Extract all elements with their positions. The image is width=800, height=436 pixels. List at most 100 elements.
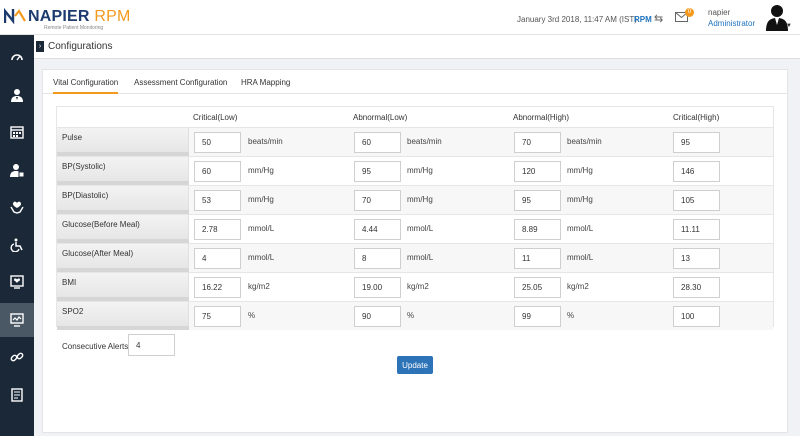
row-label: Glucose(After Meal) <box>57 244 189 272</box>
unit-label: mmol/L <box>248 253 275 262</box>
column-header-abnormal-low: Abnormal(Low) <box>353 113 408 122</box>
table-header: Critical(Low) Abnormal(Low) Abnormal(Hig… <box>57 107 773 127</box>
critical-low-input[interactable] <box>194 219 241 240</box>
row-label: BMI <box>57 273 189 301</box>
critical-low-input[interactable] <box>194 306 241 327</box>
critical-low-input[interactable] <box>194 277 241 298</box>
abnormal-low-input[interactable] <box>354 190 401 211</box>
sidebar-item-reports[interactable] <box>0 378 34 412</box>
unit-label: mm/Hg <box>407 166 433 175</box>
table-row: Glucose(After Meal) mmol/L mmol/L mmol/L <box>57 243 773 272</box>
abnormal-low-input[interactable] <box>354 161 401 182</box>
abnormal-high-input[interactable] <box>514 190 561 211</box>
wheelchair-icon <box>10 238 23 252</box>
unit-label: mmol/L <box>407 253 434 262</box>
tab-assessment-configuration[interactable]: Assessment Configuration <box>134 78 227 94</box>
critical-low-input[interactable] <box>194 132 241 153</box>
update-button[interactable]: Update <box>397 356 433 374</box>
table-row: BMI kg/m2 kg/m2 kg/m2 <box>57 272 773 301</box>
sidebar-item-dashboard[interactable] <box>0 40 34 74</box>
sidebar-item-configurations[interactable] <box>0 303 34 337</box>
sidebar-item-care[interactable] <box>0 190 34 224</box>
unit-label: mmol/L <box>407 224 434 233</box>
unit-label: mmol/L <box>567 224 594 233</box>
row-label: SPO2 <box>57 302 189 330</box>
unit-label: % <box>407 311 415 320</box>
sidebar-toggle-chevron-icon[interactable]: › <box>36 41 44 52</box>
chevron-down-icon[interactable]: ▼ <box>786 23 792 29</box>
critical-high-input[interactable] <box>673 190 720 211</box>
critical-high-input[interactable] <box>673 219 720 240</box>
table-row: Pulse beats/min beats/min beats/min <box>57 127 773 156</box>
column-header-abnormal-high: Abnormal(High) <box>513 113 570 122</box>
table-row: SPO2 % % % <box>57 301 773 330</box>
critical-low-input[interactable] <box>194 248 241 269</box>
page-title-bar: › Configurations <box>34 35 800 59</box>
abnormal-high-input[interactable] <box>514 248 561 269</box>
table-row: Glucose(Before Meal) mmol/L mmol/L mmol/… <box>57 214 773 243</box>
unit-label: mm/Hg <box>567 166 593 175</box>
sidebar-item-accessibility[interactable] <box>0 228 34 262</box>
sidebar-item-calendar[interactable] <box>0 115 34 149</box>
tab-vital-configuration[interactable]: Vital Configuration <box>53 78 119 94</box>
abnormal-high-input[interactable] <box>514 306 561 327</box>
sidebar-item-vitals[interactable] <box>0 265 34 299</box>
user-role: Administrator <box>708 19 756 28</box>
page-title: Configurations <box>48 41 113 52</box>
unit-label: beats/min <box>567 137 602 146</box>
table-row: BP(Systolic) mm/Hg mm/Hg mm/Hg <box>57 156 773 185</box>
tab-hra-mapping[interactable]: HRA Mapping <box>241 78 290 94</box>
swap-arrows-icon[interactable]: ⇆ <box>654 12 663 25</box>
row-label: BP(Systolic) <box>57 157 189 185</box>
top-header: NAPIER RPM Remote Patient Monitoring Jan… <box>0 0 800 35</box>
critical-high-input[interactable] <box>673 248 720 269</box>
column-header-critical-low: Critical(Low) <box>193 113 238 122</box>
abnormal-high-input[interactable] <box>514 132 561 153</box>
critical-low-input[interactable] <box>194 161 241 182</box>
row-label: BP(Diastolic) <box>57 186 189 214</box>
sidebar-item-links[interactable] <box>0 340 34 374</box>
unit-label: beats/min <box>248 137 283 146</box>
unit-label: mm/Hg <box>248 166 274 175</box>
row-label: Glucose(Before Meal) <box>57 215 189 243</box>
abnormal-low-input[interactable] <box>354 248 401 269</box>
consecutive-alerts-input[interactable] <box>128 334 175 356</box>
critical-high-input[interactable] <box>673 277 720 298</box>
logo-mark-icon <box>4 8 26 24</box>
configuration-monitor-icon <box>10 313 24 327</box>
abnormal-low-input[interactable] <box>354 132 401 153</box>
report-icon <box>11 388 23 402</box>
care-hands-icon <box>10 201 24 214</box>
critical-high-input[interactable] <box>673 306 720 327</box>
notification-badge: 0 <box>685 8 694 17</box>
abnormal-high-input[interactable] <box>514 219 561 240</box>
unit-label: mm/Hg <box>248 195 274 204</box>
rpm-switch-link[interactable]: RPM <box>634 15 652 24</box>
unit-label: beats/min <box>407 137 442 146</box>
brand-name: NAPIER RPM <box>28 8 131 25</box>
consecutive-alerts-label: Consecutive Alerts : <box>62 342 133 351</box>
vital-thresholds-table: Critical(Low) Abnormal(Low) Abnormal(Hig… <box>56 106 774 330</box>
brand-tagline: Remote Patient Monitoring <box>44 25 104 31</box>
abnormal-high-input[interactable] <box>514 161 561 182</box>
sidebar-item-patients[interactable] <box>0 153 34 187</box>
unit-label: mm/Hg <box>567 195 593 204</box>
sidebar-item-doctors[interactable] <box>0 78 34 112</box>
abnormal-low-input[interactable] <box>354 277 401 298</box>
unit-label: % <box>248 311 256 320</box>
table-row: BP(Diastolic) mm/Hg mm/Hg mm/Hg <box>57 185 773 214</box>
brand-logo[interactable]: NAPIER RPM Remote Patient Monitoring <box>4 6 154 32</box>
critical-high-input[interactable] <box>673 132 720 153</box>
link-icon <box>10 352 24 362</box>
abnormal-high-input[interactable] <box>514 277 561 298</box>
tab-bar: Vital Configuration Assessment Configura… <box>43 70 787 94</box>
user-name: napier <box>708 8 731 17</box>
abnormal-low-input[interactable] <box>354 219 401 240</box>
abnormal-low-input[interactable] <box>354 306 401 327</box>
doctor-icon <box>11 89 23 102</box>
critical-low-input[interactable] <box>194 190 241 211</box>
unit-label: % <box>567 311 575 320</box>
critical-high-input[interactable] <box>673 161 720 182</box>
unit-label: kg/m2 <box>407 282 429 291</box>
current-datetime: January 3rd 2018, 11:47 AM (IST) <box>517 15 637 24</box>
